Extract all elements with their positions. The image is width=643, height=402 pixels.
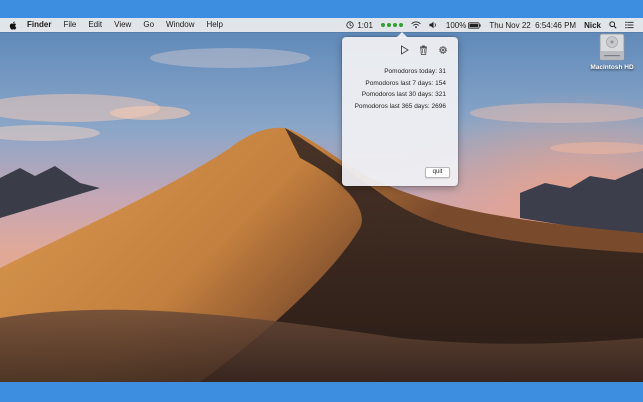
drive-label: Macintosh HD	[590, 64, 634, 71]
menu-app-name[interactable]: Finder	[27, 18, 51, 32]
bottom-frame-band	[0, 382, 643, 402]
trash-icon[interactable]	[418, 44, 429, 55]
timer-value: 1:01	[357, 20, 373, 30]
user-name[interactable]: Nick	[584, 21, 601, 30]
clock-icon	[346, 21, 354, 29]
spotlight-icon[interactable]	[609, 21, 617, 29]
popover-arrow	[396, 32, 408, 38]
wifi-icon[interactable]	[411, 21, 421, 29]
notification-center-icon[interactable]	[625, 21, 634, 29]
menu-window[interactable]: Window	[166, 18, 194, 32]
menu-edit[interactable]: Edit	[88, 18, 102, 32]
popover-toolbar	[399, 44, 448, 55]
pomodoro-timer-status[interactable]: 1:01	[346, 21, 373, 30]
menu-view[interactable]: View	[114, 18, 131, 32]
apple-icon[interactable]	[9, 21, 17, 30]
pomodoro-popover: Pomodoros today: 31 Pomodoros last 7 day…	[342, 32, 458, 186]
menu-bar: Finder File Edit View Go Window Help 1:0…	[0, 18, 643, 32]
stat-last-365-days: Pomodoros last 365 days: 2696	[354, 102, 446, 110]
pomodoro-stats: Pomodoros today: 31 Pomodoros last 7 day…	[355, 66, 446, 112]
menu-file[interactable]: File	[63, 18, 76, 32]
desktop-wallpaper	[0, 18, 643, 382]
volume-icon[interactable]	[429, 21, 438, 29]
stat-today: Pomodoros today: 31	[384, 68, 446, 75]
battery-status[interactable]: 100%	[445, 20, 482, 30]
wallpaper-image	[0, 18, 643, 382]
menubar-clock[interactable]: Thu Nov 22 6:54:46 PM	[489, 21, 576, 30]
quit-button[interactable]: quit	[425, 167, 450, 178]
play-icon[interactable]	[399, 44, 410, 55]
hard-drive-icon	[599, 33, 625, 61]
desktop-drive-icon[interactable]: Macintosh HD	[586, 33, 638, 71]
menu-help[interactable]: Help	[206, 18, 222, 32]
status-area: 1:01 100% Thu Nov 22 6:54:46 PM Nick	[346, 18, 643, 32]
stat-last-7-days: Pomodoros last 7 days: 154	[365, 79, 446, 87]
battery-icon	[468, 21, 482, 29]
status-dots-icon[interactable]	[380, 23, 403, 27]
menu-go[interactable]: Go	[143, 18, 154, 32]
top-frame-band	[0, 0, 643, 18]
stat-last-30-days: Pomodoros last 30 days: 321	[361, 91, 446, 99]
battery-percent: 100%	[445, 20, 467, 30]
gear-icon[interactable]	[437, 44, 448, 55]
